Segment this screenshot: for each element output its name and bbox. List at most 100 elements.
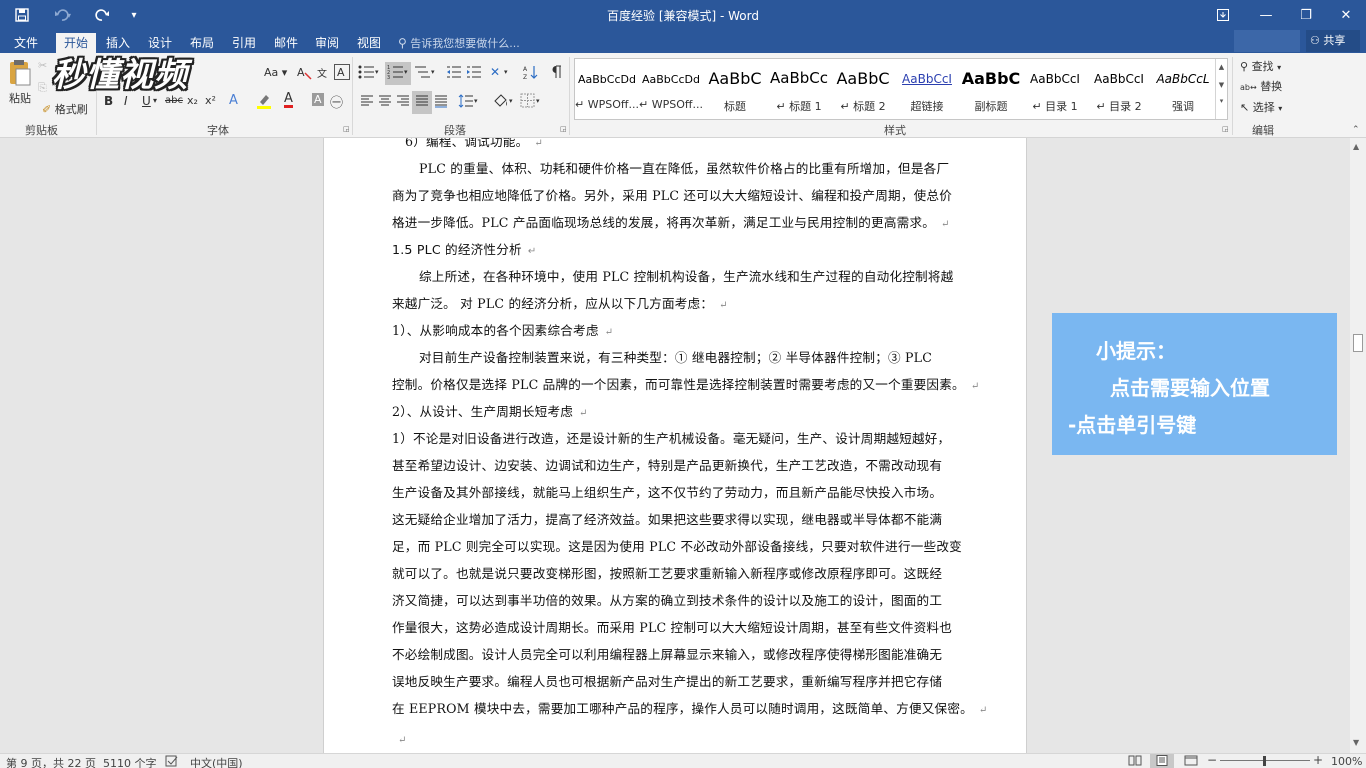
document-line[interactable]: 控制。价格仅是选择 PLC 品牌的一个因素，而可靠性是选择控制装置时需要考虑的又… xyxy=(392,374,979,393)
style-item[interactable]: AaBbC ↵ 标题 2 xyxy=(831,59,895,119)
document-line[interactable]: 商为了竞争也相应地降低了价格。另外，采用 PLC 还可以大大缩短设计、编程和投产… xyxy=(392,185,952,204)
style-item[interactable]: AaBbCc ↵ 标题 1 xyxy=(767,59,831,119)
document-line[interactable]: PLC 的重量、体积、功耗和硬件价格一直在降低，虽然软件价格占的比重有所增加，但… xyxy=(419,158,949,177)
style-item[interactable]: AaBbC 标题 xyxy=(703,59,767,119)
document-line[interactable]: ↵ xyxy=(392,731,407,746)
tab-review[interactable]: 审阅 xyxy=(307,33,347,53)
replace-button[interactable]: ab↔ 替换 xyxy=(1240,78,1282,94)
minimize-button[interactable]: — xyxy=(1248,0,1284,30)
strikethrough-button[interactable]: abc xyxy=(165,95,183,106)
chinese-layout-icon[interactable]: ✕ ▾ xyxy=(490,64,512,83)
zoom-slider-thumb[interactable] xyxy=(1263,756,1266,766)
scroll-down-arrow-icon[interactable]: ▼ xyxy=(1353,738,1359,747)
document-line[interactable]: 2）、从设计、生产周期长短考虑 ↵ xyxy=(392,401,588,420)
print-layout-icon[interactable] xyxy=(1150,754,1174,768)
select-button[interactable]: ↖ 选择 ▾ xyxy=(1240,99,1282,115)
document-line[interactable]: 就可以了。也就是说只要改变梯形图，按照新工艺要求重新输入新程序或修改原程序即可。… xyxy=(392,563,942,582)
superscript-button[interactable]: x² xyxy=(205,94,216,107)
document-line[interactable]: 足，而 PLC 则完全可以实现。这是因为使用 PLC 不必改动外部设备接线，只要… xyxy=(392,536,962,555)
style-item[interactable]: AaBbCcI ↵ 目录 1 xyxy=(1023,59,1087,119)
align-left-icon[interactable] xyxy=(360,94,374,111)
underline-button[interactable]: U xyxy=(142,94,151,108)
line-spacing-icon[interactable]: ▾ xyxy=(458,93,480,112)
page-count[interactable]: 第 9 页，共 22 页 xyxy=(6,755,96,768)
document-line[interactable]: 综上所述，在各种环境中，使用 PLC 控制机构设备，生产流水线和生产过程的自动化… xyxy=(419,266,953,285)
section-heading[interactable]: 1.5 PLC 的经济性分析 ↵ xyxy=(392,239,536,258)
numbering-icon[interactable]: 1 2 3 ▾ xyxy=(385,62,411,85)
copy-icon[interactable]: ⎘ xyxy=(38,81,47,95)
underline-dropdown-icon[interactable]: ▾ xyxy=(153,96,157,105)
style-item[interactable]: AaBbC 副标题 xyxy=(959,59,1023,119)
document-line[interactable]: 这无疑给企业增加了活力，提高了经济效益。如果把这些要求得以实现，继电器或半导体都… xyxy=(392,509,942,528)
phonetic-guide-icon[interactable]: 文 xyxy=(315,64,331,83)
justify-icon[interactable] xyxy=(412,91,432,114)
customize-qat-icon[interactable]: ▾ xyxy=(124,0,144,30)
document-line[interactable]: 作量很大，这势必造成设计周期长。而采用 PLC 控制可以大大缩短设计周期，甚至有… xyxy=(392,617,952,636)
word-count[interactable]: 5110 个字 xyxy=(103,755,157,768)
collapse-ribbon-icon[interactable]: ⌃ xyxy=(1352,125,1360,135)
document-line[interactable]: 在 EEPROM 模块中去，需要加工哪种产品的程序，操作人员可以随时调用，这既简… xyxy=(392,698,988,717)
proofing-icon[interactable] xyxy=(165,755,179,768)
cut-icon[interactable]: ✂ xyxy=(38,59,47,72)
bold-button[interactable]: B xyxy=(104,94,113,108)
document-line[interactable]: 误地反映生产要求。编程人员也可根据新产品对生产提出的新工艺要求，重新编写程序并把… xyxy=(392,671,942,690)
paragraph-dialog-launcher-icon[interactable]: ◲ xyxy=(560,125,567,133)
account-area[interactable] xyxy=(1234,30,1300,52)
styles-dialog-launcher-icon[interactable]: ◲ xyxy=(1222,125,1229,133)
paste-button[interactable]: 粘贴 xyxy=(8,59,32,106)
style-item[interactable]: AaBbCcDd ↵ WPSOff... xyxy=(639,59,703,119)
text-effects-button[interactable]: A xyxy=(229,93,238,108)
document-line[interactable]: 生产设备及其外部接线，就能马上组织生产，这不仅节约了劳动力，而且新产品能尽快投入… xyxy=(392,482,942,501)
borders-icon[interactable]: ▾ xyxy=(520,93,544,112)
document-line[interactable]: 对目前生产设备控制装置来说，有三种类型：① 继电器控制；② 半导体器件控制；③ … xyxy=(419,347,932,366)
italic-button[interactable]: I xyxy=(124,94,128,108)
language-indicator[interactable]: 中文(中国) xyxy=(190,755,243,768)
zoom-in-button[interactable]: + xyxy=(1313,753,1323,767)
undo-dropdown-icon[interactable]: ▾ xyxy=(62,0,76,30)
multilevel-list-icon[interactable]: ▾ xyxy=(414,64,436,83)
document-line[interactable]: 不必绘制成图。设计人员完全可以利用编程器上屏幕显示来输入，或修改程序使得梯形图能… xyxy=(392,644,942,663)
close-button[interactable]: ✕ xyxy=(1328,0,1364,30)
read-mode-icon[interactable] xyxy=(1128,755,1142,768)
document-line[interactable]: 1）、从影响成本的各个因素综合考虑 ↵ xyxy=(392,320,613,339)
document-line[interactable]: 格进一步降低。PLC 产品面临现场总线的发展，将再次革新，满足工业与民用控制的更… xyxy=(392,212,950,231)
style-item[interactable]: AaBbCcI 超链接 xyxy=(895,59,959,119)
save-icon[interactable] xyxy=(4,0,40,30)
redo-icon[interactable] xyxy=(84,0,120,30)
align-right-icon[interactable] xyxy=(396,94,410,111)
highlight-color-icon[interactable] xyxy=(256,92,274,113)
scroll-up-icon[interactable]: ▲ xyxy=(1216,63,1227,71)
decrease-indent-icon[interactable] xyxy=(446,64,462,83)
tell-me-search[interactable]: ⚲ 告诉我您想要做什么... xyxy=(398,33,520,53)
style-item[interactable]: AaBbCcL 强调 xyxy=(1151,59,1215,119)
styles-gallery-scroll[interactable]: ▲ ▼ ▾ xyxy=(1215,59,1227,119)
scroll-thumb[interactable] xyxy=(1353,334,1363,352)
format-painter-button[interactable]: ✐ 格式刷 xyxy=(42,101,88,117)
tab-mailings[interactable]: 邮件 xyxy=(266,33,306,53)
shading-icon[interactable]: ▾ xyxy=(492,93,516,112)
enclose-characters-button[interactable]: ㊀ xyxy=(330,92,343,111)
document-line[interactable]: 甚至希望边设计、边安装、边调试和边生产，特别是产品更新换代，生产工艺改造，不需改… xyxy=(392,455,942,474)
align-center-icon[interactable] xyxy=(378,94,392,111)
document-line[interactable]: 济又简捷，可以达到事半功倍的效果。从方案的确立到技术条件的设计以及施工的设计，图… xyxy=(392,590,942,609)
document-line[interactable]: 1）不论是对旧设备进行改造，还是设计新的生产机械设备。毫无疑问，生产、设计周期越… xyxy=(392,428,950,447)
sort-icon[interactable]: AZ xyxy=(523,64,539,83)
bullets-icon[interactable]: ▾ xyxy=(358,64,380,83)
find-button[interactable]: ⚲ 查找 ▾ xyxy=(1240,58,1281,74)
clear-format-icon[interactable]: A xyxy=(296,64,312,83)
scroll-down-icon[interactable]: ▼ xyxy=(1216,81,1227,89)
document-line[interactable]: 来越广泛。 对 PLC 的经济分析，应从以下几方面考虑： ↵ xyxy=(392,293,728,312)
scroll-up-arrow-icon[interactable]: ▲ xyxy=(1353,142,1359,151)
style-item[interactable]: AaBbCcDd ↵ WPSOff... xyxy=(575,59,639,119)
zoom-out-button[interactable]: − xyxy=(1207,753,1217,767)
font-color-button[interactable]: A xyxy=(284,92,293,108)
restore-button[interactable]: ❐ xyxy=(1288,0,1324,30)
character-shading-button[interactable]: A xyxy=(312,93,324,106)
zoom-level[interactable]: 100% xyxy=(1331,755,1362,768)
style-item[interactable]: AaBbCcI ↵ 目录 2 xyxy=(1087,59,1151,119)
tab-file[interactable]: 文件 xyxy=(6,33,46,53)
ribbon-display-icon[interactable] xyxy=(1205,0,1241,30)
tab-view[interactable]: 视图 xyxy=(349,33,389,53)
vertical-scrollbar[interactable]: ▲ ▼ xyxy=(1350,138,1366,753)
tab-references[interactable]: 引用 xyxy=(224,33,264,53)
